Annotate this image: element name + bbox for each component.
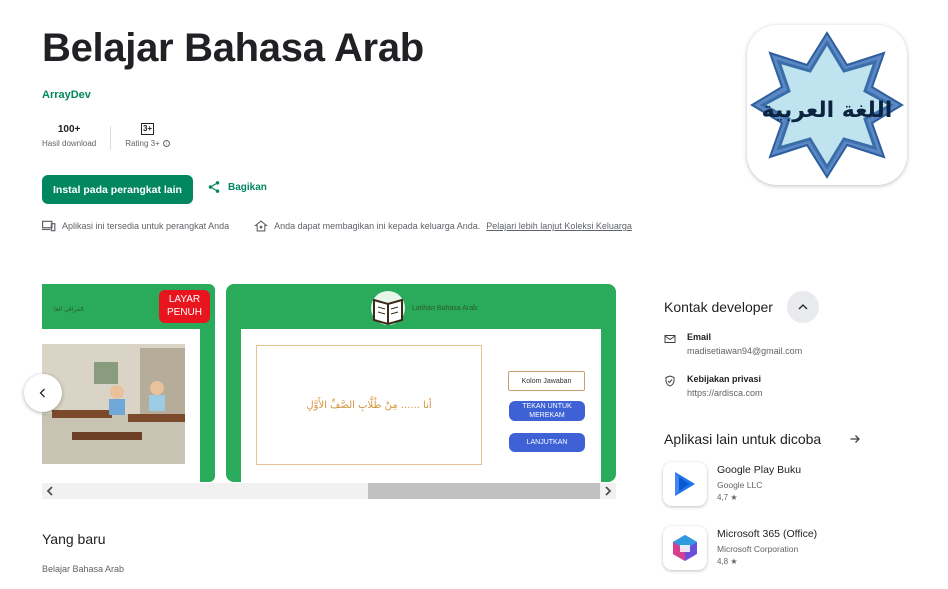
chevron-left-icon	[39, 388, 45, 398]
chevron-up-icon	[798, 304, 808, 310]
next-button[interactable]: LANJUTKAN	[509, 433, 585, 452]
email-value: madisetiawan94@gmail.com	[687, 346, 803, 356]
answer-field[interactable]: Kolom Jawaban	[508, 371, 585, 391]
quiz-panel: أنا ...... مِنْ طُلَّابِ الصَّفِّ الأَوَ…	[241, 329, 601, 482]
other-app-developer: Microsoft Corporation	[717, 544, 799, 554]
shield-icon	[665, 375, 675, 387]
fullscreen-badge-line2: PENUH	[166, 307, 202, 318]
stat-divider	[110, 126, 112, 150]
downloads-label: Hasil download	[42, 139, 97, 148]
family-note-text: Anda dapat membagikan ini kepada keluarg…	[274, 221, 481, 231]
app-title: Belajar Bahasa Arab	[42, 26, 424, 70]
contact-email[interactable]: Email madisetiawan94@gmail.com	[664, 332, 802, 356]
fullscreen-badge-line1: LAYAR	[168, 294, 201, 305]
share-label: Bagikan	[228, 181, 267, 193]
screenshot-gallery[interactable]: المراقي العا LAYAR PENUH Latihan Bahasa …	[42, 284, 616, 482]
gallery-scrollbar[interactable]	[42, 483, 616, 499]
downloads-value: 100+	[57, 123, 81, 135]
email-label: Email	[687, 332, 712, 342]
app-icon: اللغة العربية	[747, 25, 907, 185]
contact-privacy[interactable]: Kebijakan privasi https://ardisca.com	[664, 374, 763, 398]
question-box: أنا ...... مِنْ طُلَّابِ الصَّفِّ الأَوَ…	[256, 345, 482, 465]
play-books-icon	[663, 462, 707, 506]
rating-stat: 3+ Rating 3+ i	[125, 122, 170, 150]
other-app-developer: Google LLC	[717, 480, 763, 490]
rating-label: Rating 3+	[125, 139, 160, 148]
family-library-link[interactable]: Pelajari lebih lanjut Koleksi Keluarga	[486, 221, 632, 231]
book-icon	[371, 291, 405, 326]
other-app-rating: 4,7 ★	[717, 493, 738, 502]
classroom-image	[42, 344, 185, 464]
microsoft-365-icon	[663, 526, 707, 570]
scrollbar-thumb[interactable]	[368, 483, 600, 499]
screenshot-1-title: المراقي العا	[54, 307, 84, 313]
screenshot-2[interactable]: Latihan Bahasa Arab أنا ...... مِنْ طُلَ…	[226, 284, 616, 482]
devices-icon	[42, 220, 56, 232]
scroll-right-icon[interactable]	[604, 486, 612, 496]
app-stats: 100+ Hasil download 3+ Rating 3+ i	[42, 122, 170, 150]
screenshot-2-title: Latihan Bahasa Arab	[412, 305, 477, 312]
family-home-icon	[254, 220, 269, 232]
contact-collapse-button[interactable]	[787, 291, 819, 323]
privacy-label: Kebijakan privasi	[687, 374, 762, 384]
availability-notes: Aplikasi ini tersedia untuk perangkat An…	[42, 220, 632, 232]
other-app-rating: 4,8 ★	[717, 557, 738, 566]
arrow-right-icon[interactable]	[849, 433, 861, 445]
app-icon-calligraphy: اللغة العربية	[762, 98, 893, 123]
developer-link[interactable]: ArrayDev	[42, 89, 91, 101]
privacy-value: https://ardisca.com	[687, 388, 763, 398]
fullscreen-badge[interactable]: LAYAR PENUH	[159, 290, 210, 323]
device-note-text: Aplikasi ini tersedia untuk perangkat An…	[62, 221, 230, 231]
install-button[interactable]: Instal pada perangkat lain	[42, 175, 193, 204]
share-icon	[208, 181, 220, 193]
downloads-stat: 100+ Hasil download	[42, 122, 96, 150]
family-note: Anda dapat membagikan ini kepada keluarg…	[254, 220, 632, 232]
record-button[interactable]: TEKAN UNTUK MEREKAM	[509, 401, 585, 421]
other-app-item[interactable]: Microsoft 365 (Office) Microsoft Corpora…	[663, 526, 817, 570]
contact-heading[interactable]: Kontak developer	[664, 299, 773, 315]
other-apps-heading[interactable]: Aplikasi lain untuk dicoba	[664, 431, 821, 447]
content-rating-badge: 3+	[140, 123, 155, 135]
whats-new-text: Belajar Bahasa Arab	[42, 564, 125, 574]
share-button[interactable]: Bagikan	[207, 180, 267, 194]
scroll-left-icon[interactable]	[46, 486, 54, 496]
other-app-item[interactable]: Google Play Buku Google LLC 4,7 ★	[663, 462, 801, 506]
info-icon[interactable]: i	[162, 140, 170, 147]
screenshot-1[interactable]: المراقي العا LAYAR PENUH	[42, 284, 215, 482]
device-note: Aplikasi ini tersedia untuk perangkat An…	[42, 220, 229, 232]
whats-new-heading: Yang baru	[42, 531, 106, 547]
other-app-name: Google Play Buku	[717, 464, 802, 476]
carousel-prev-button[interactable]	[24, 374, 62, 412]
other-app-name: Microsoft 365 (Office)	[717, 528, 818, 540]
mail-icon	[664, 335, 676, 343]
